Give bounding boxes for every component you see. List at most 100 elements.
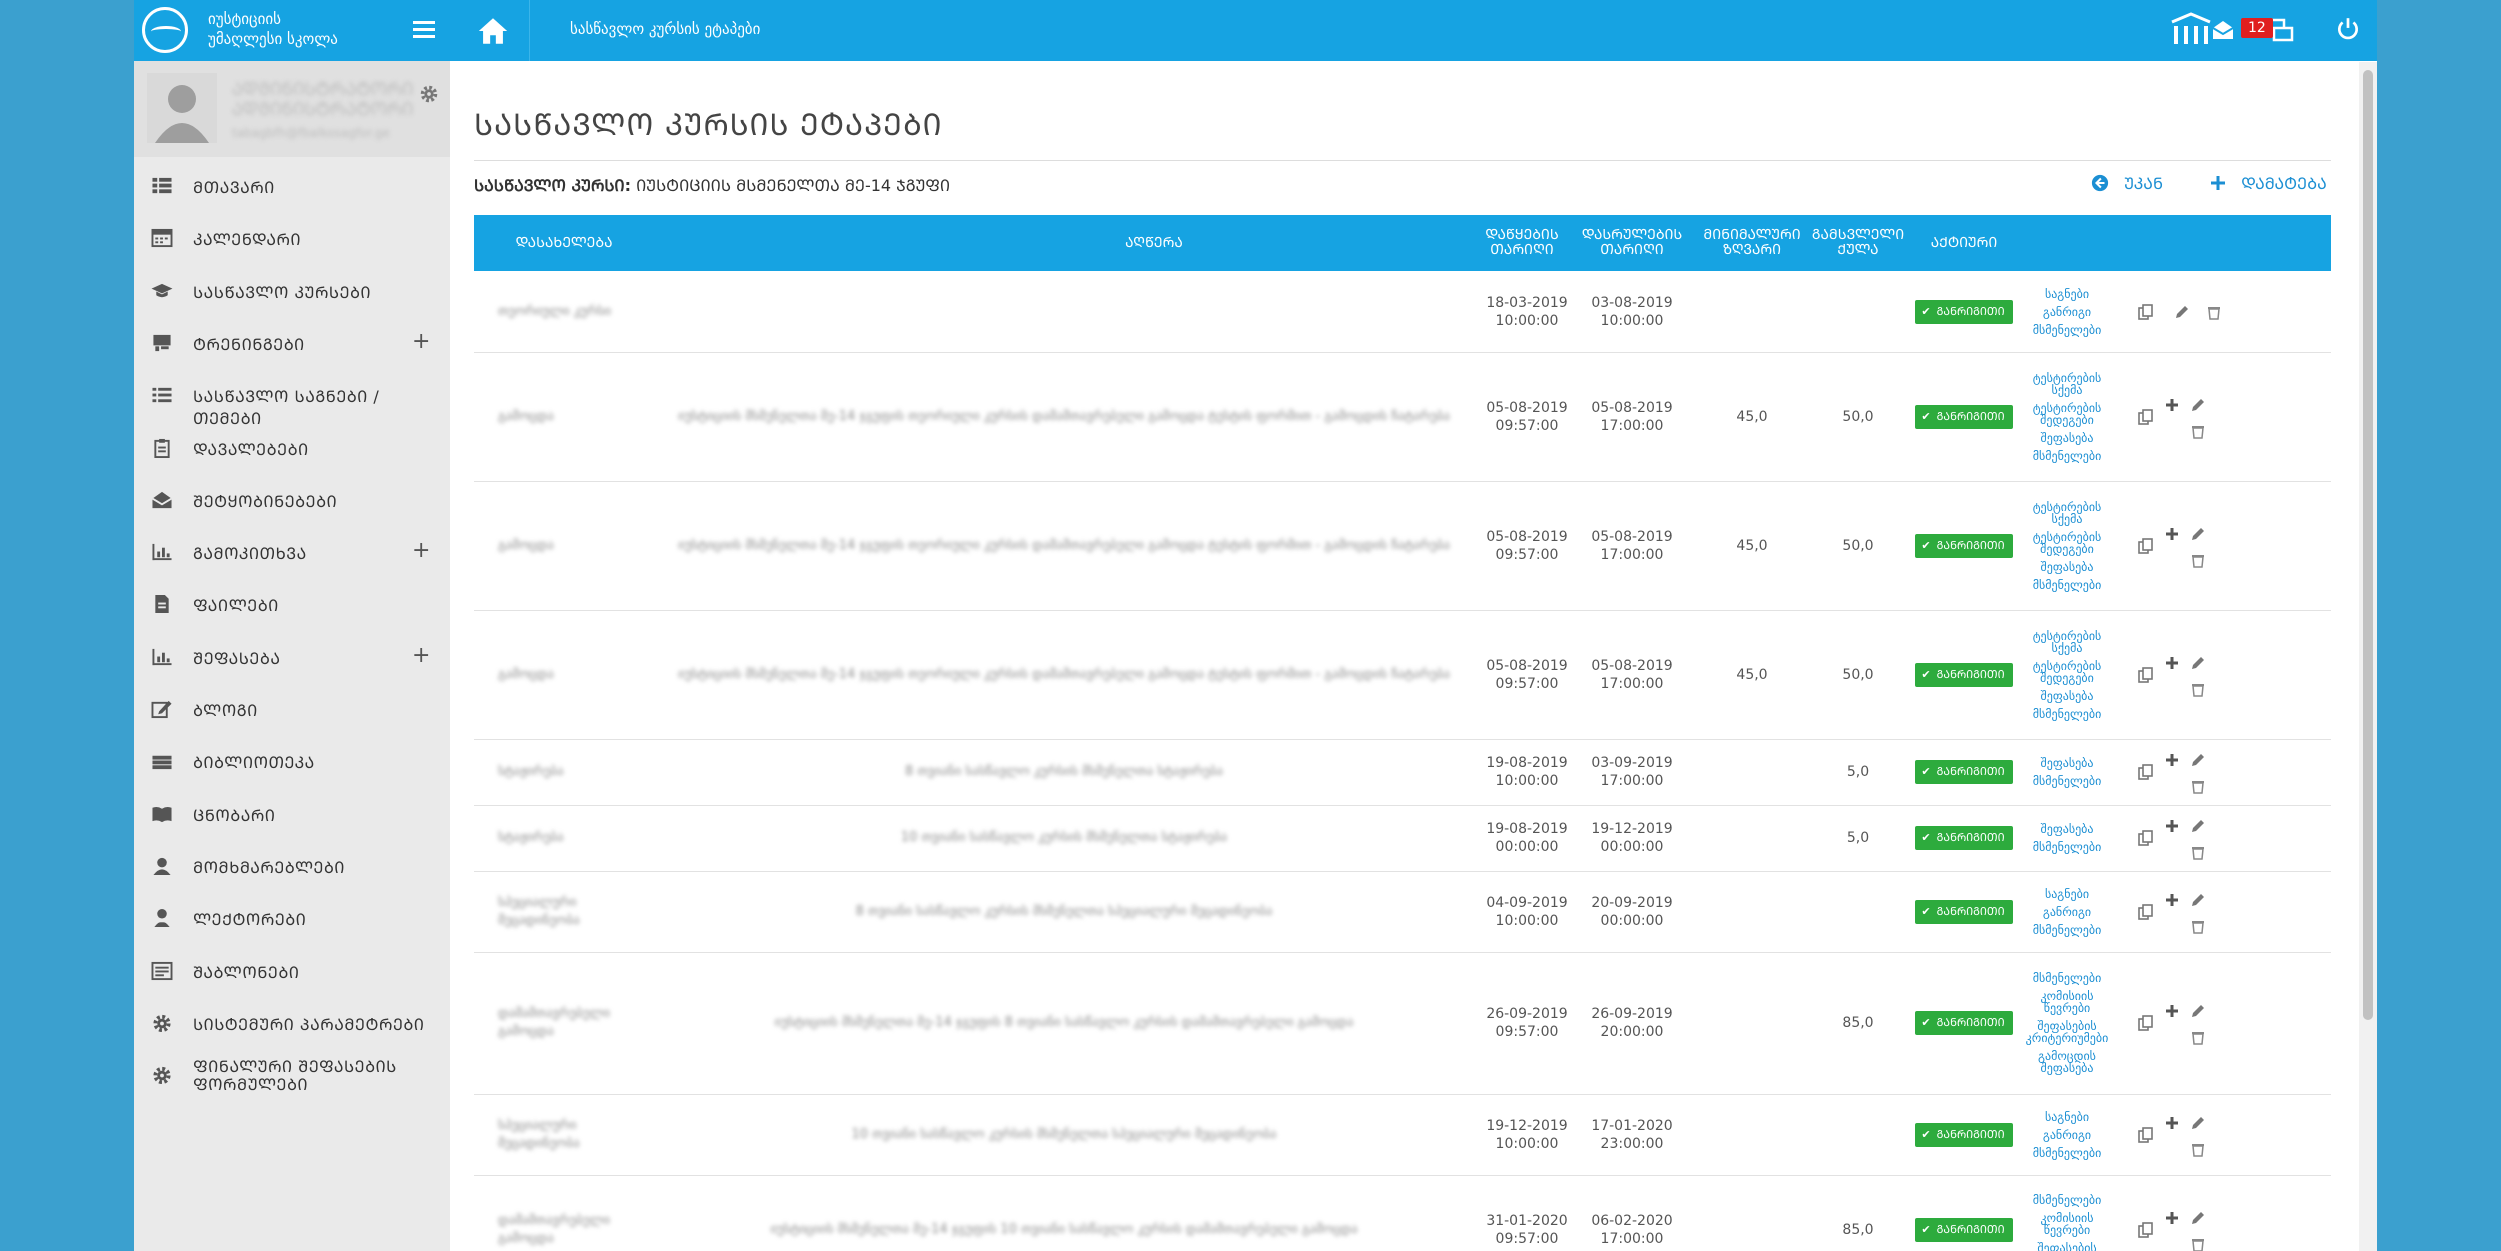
add-icon[interactable] <box>2164 818 2180 834</box>
row-link[interactable]: საგნები <box>2045 288 2089 300</box>
add-icon[interactable] <box>2164 892 2180 908</box>
sidebar-item[interactable]: ᲢᲠᲔᲜᲘᲜᲒᲔᲑᲘ + <box>134 317 450 369</box>
copy-icon[interactable] <box>2138 830 2154 846</box>
trash-icon[interactable] <box>2190 778 2206 794</box>
status-badge[interactable]: ✔ ᲒᲐᲜᲠᲘᲒᲘᲗᲘ <box>1915 404 2013 429</box>
settings-gear-icon[interactable] <box>418 83 440 105</box>
row-link[interactable]: მსმენელები <box>2033 775 2102 787</box>
row-link[interactable]: მსმენელები <box>2033 1147 2102 1159</box>
copy-icon[interactable] <box>2138 1222 2154 1238</box>
trash-icon[interactable] <box>2190 918 2206 934</box>
row-link[interactable]: მსმენელები <box>2033 924 2102 936</box>
row-link[interactable]: მსმენელები <box>2033 972 2102 984</box>
pencil-icon[interactable] <box>2190 892 2206 908</box>
pencil-icon[interactable] <box>2190 818 2206 834</box>
row-link[interactable]: საგნები <box>2045 888 2089 900</box>
add-icon[interactable] <box>2164 526 2180 542</box>
sidebar-item[interactable]: ᲤᲘᲜᲐᲚᲣᲠᲘ ᲨᲔᲤᲐᲡᲔᲑᲘᲡ ᲤᲝᲠᲛᲣᲚᲔᲑᲘ <box>134 1049 450 1101</box>
status-badge[interactable]: ✔ ᲒᲐᲜᲠᲘᲒᲘᲗᲘ <box>1915 760 2013 784</box>
row-link[interactable]: შეფასება <box>2041 561 2094 573</box>
copy-icon[interactable] <box>2138 303 2154 320</box>
copy-icon[interactable] <box>2138 408 2154 425</box>
expand-plus-icon[interactable]: + <box>412 329 430 354</box>
status-badge[interactable]: ✔ ᲒᲐᲜᲠᲘᲒᲘᲗᲘ <box>1915 662 2013 687</box>
add-icon[interactable] <box>2164 1115 2180 1131</box>
copy-icon[interactable] <box>2138 1015 2154 1031</box>
row-link[interactable]: ტესტირების სქემა <box>2022 372 2112 396</box>
status-badge[interactable]: ✔ ᲒᲐᲜᲠᲘᲒᲘᲗᲘ <box>1915 1011 2013 1035</box>
row-link[interactable]: განრიგი <box>2043 906 2091 918</box>
add-button[interactable]: ᲓᲐᲛᲐᲢᲔᲑᲐ <box>2210 172 2327 194</box>
row-link[interactable]: ტესტირების შედეგები <box>2022 660 2112 684</box>
pencil-icon[interactable] <box>2190 1115 2206 1131</box>
scrollbar-thumb[interactable] <box>2363 70 2373 1020</box>
sidebar-item[interactable]: ᲒᲐᲛᲝᲙᲘᲗᲮᲕᲐ + <box>134 526 450 578</box>
copy-icon[interactable] <box>2138 537 2154 554</box>
status-badge[interactable]: ✔ ᲒᲐᲜᲠᲘᲒᲘᲗᲘ <box>1915 1122 2013 1147</box>
row-link[interactable]: მსმენელები <box>2033 450 2102 462</box>
add-icon[interactable] <box>2164 655 2180 671</box>
trash-icon[interactable] <box>2190 423 2206 439</box>
sidebar-item[interactable]: ᲨᲔᲢᲧᲝᲑᲘᲜᲔᲑᲔᲑᲘ <box>134 474 450 526</box>
add-icon[interactable] <box>2164 1210 2180 1226</box>
expand-plus-icon[interactable]: + <box>412 538 430 563</box>
status-badge[interactable]: ✔ ᲒᲐᲜᲠᲘᲒᲘᲗᲘ <box>1915 826 2013 850</box>
row-link[interactable]: მსმენელები <box>2033 841 2102 853</box>
row-link[interactable]: შეფასება <box>2041 823 2094 835</box>
row-link[interactable]: განრიგი <box>2043 306 2091 318</box>
trash-icon[interactable] <box>2190 844 2206 860</box>
row-link[interactable]: ტესტირების სქემა <box>2022 630 2112 654</box>
status-badge[interactable]: ✔ ᲒᲐᲜᲠᲘᲒᲘᲗᲘ <box>1915 899 2013 924</box>
sidebar-item[interactable]: ᲪᲜᲝᲑᲐᲠᲘ <box>134 788 450 840</box>
trash-icon[interactable] <box>2190 552 2206 568</box>
row-link[interactable]: განრიგი <box>2043 1129 2091 1141</box>
row-link[interactable]: მსმენელები <box>2033 1194 2102 1206</box>
status-badge[interactable]: ✔ ᲒᲐᲜᲠᲘᲒᲘᲗᲘ <box>1915 533 2013 558</box>
pencil-icon[interactable] <box>2190 526 2206 542</box>
sidebar-item[interactable]: ᲚᲔᲥᲢᲝᲠᲔᲑᲘ <box>134 892 450 944</box>
row-link[interactable]: გამოცდის შეფასება <box>2022 1050 2112 1074</box>
row-link[interactable]: შეფასების კრიტერიუმები <box>2022 1242 2112 1251</box>
copy-icon[interactable] <box>2138 903 2154 920</box>
row-link[interactable]: შეფასება <box>2041 432 2094 444</box>
inbox-icon[interactable] <box>2211 16 2235 44</box>
row-link[interactable]: ტესტირების სქემა <box>2022 501 2112 525</box>
add-icon[interactable] <box>2164 1003 2180 1019</box>
sidebar-item[interactable]: ᲛᲝᲛᲮᲛᲐᲠᲔᲑᲚᲔᲑᲘ <box>134 840 450 892</box>
pencil-icon[interactable] <box>2190 397 2206 413</box>
sidebar-item[interactable]: ᲡᲐᲡᲬᲐᲕᲚᲝ ᲡᲐᲒᲜᲔᲑᲘ / ᲗᲔᲛᲔᲑᲘ <box>134 369 450 428</box>
pencil-icon[interactable] <box>2190 1003 2206 1019</box>
pencil-icon[interactable] <box>2190 1210 2206 1226</box>
pencil-icon[interactable] <box>2190 752 2206 768</box>
sidebar-item[interactable]: ᲑᲘᲑᲚᲘᲝᲗᲔᲙᲐ <box>134 735 450 787</box>
row-link[interactable]: კომისიის წევრები <box>2022 1212 2112 1236</box>
copy-icon[interactable] <box>2138 1126 2154 1143</box>
add-icon[interactable] <box>2164 752 2180 768</box>
sidebar-item[interactable]: ᲑᲚᲝᲒᲘ <box>134 683 450 735</box>
sidebar-item[interactable]: ᲤᲐᲘᲚᲔᲑᲘ <box>134 578 450 630</box>
expand-plus-icon[interactable]: + <box>412 643 430 668</box>
row-link[interactable]: მსმენელები <box>2033 579 2102 591</box>
home-icon[interactable] <box>476 14 510 48</box>
row-link[interactable]: კომისიის წევრები <box>2022 990 2112 1014</box>
pencil-icon[interactable] <box>2174 304 2190 320</box>
row-link[interactable]: შეფასება <box>2041 757 2094 769</box>
sidebar-item[interactable]: ᲡᲐᲡᲬᲐᲕᲚᲝ ᲙᲣᲠᲡᲔᲑᲘ <box>134 265 450 317</box>
logo[interactable]: იუსტიციის უმაღლესი სკოლა <box>134 0 450 61</box>
row-link[interactable]: შეფასების კრიტერიუმები <box>2022 1020 2112 1044</box>
trash-icon[interactable] <box>2190 1236 2206 1251</box>
status-badge[interactable]: ✔ ᲒᲐᲜᲠᲘᲒᲘᲗᲘ <box>1915 299 2013 324</box>
scrollbar[interactable] <box>2359 62 2377 1251</box>
sidebar-item[interactable]: ᲡᲘᲡᲢᲔᲛᲣᲠᲘ ᲞᲐᲠᲐᲛᲔᲢᲠᲔᲑᲘ <box>134 997 450 1049</box>
row-link[interactable]: ტესტირების შედეგები <box>2022 531 2112 555</box>
sidebar-item[interactable]: ᲨᲔᲤᲐᲡᲔᲑᲐ + <box>134 631 450 683</box>
row-link[interactable]: საგნები <box>2045 1111 2089 1123</box>
row-link[interactable]: მსმენელები <box>2033 708 2102 720</box>
trash-icon[interactable] <box>2190 1141 2206 1157</box>
trash-icon[interactable] <box>2190 1029 2206 1045</box>
add-icon[interactable] <box>2164 397 2180 413</box>
trash-icon[interactable] <box>2206 304 2222 320</box>
sidebar-item[interactable]: ᲨᲐᲑᲚᲝᲜᲔᲑᲘ <box>134 945 450 997</box>
row-link[interactable]: შეფასება <box>2041 690 2094 702</box>
copy-icon[interactable] <box>2138 764 2154 780</box>
